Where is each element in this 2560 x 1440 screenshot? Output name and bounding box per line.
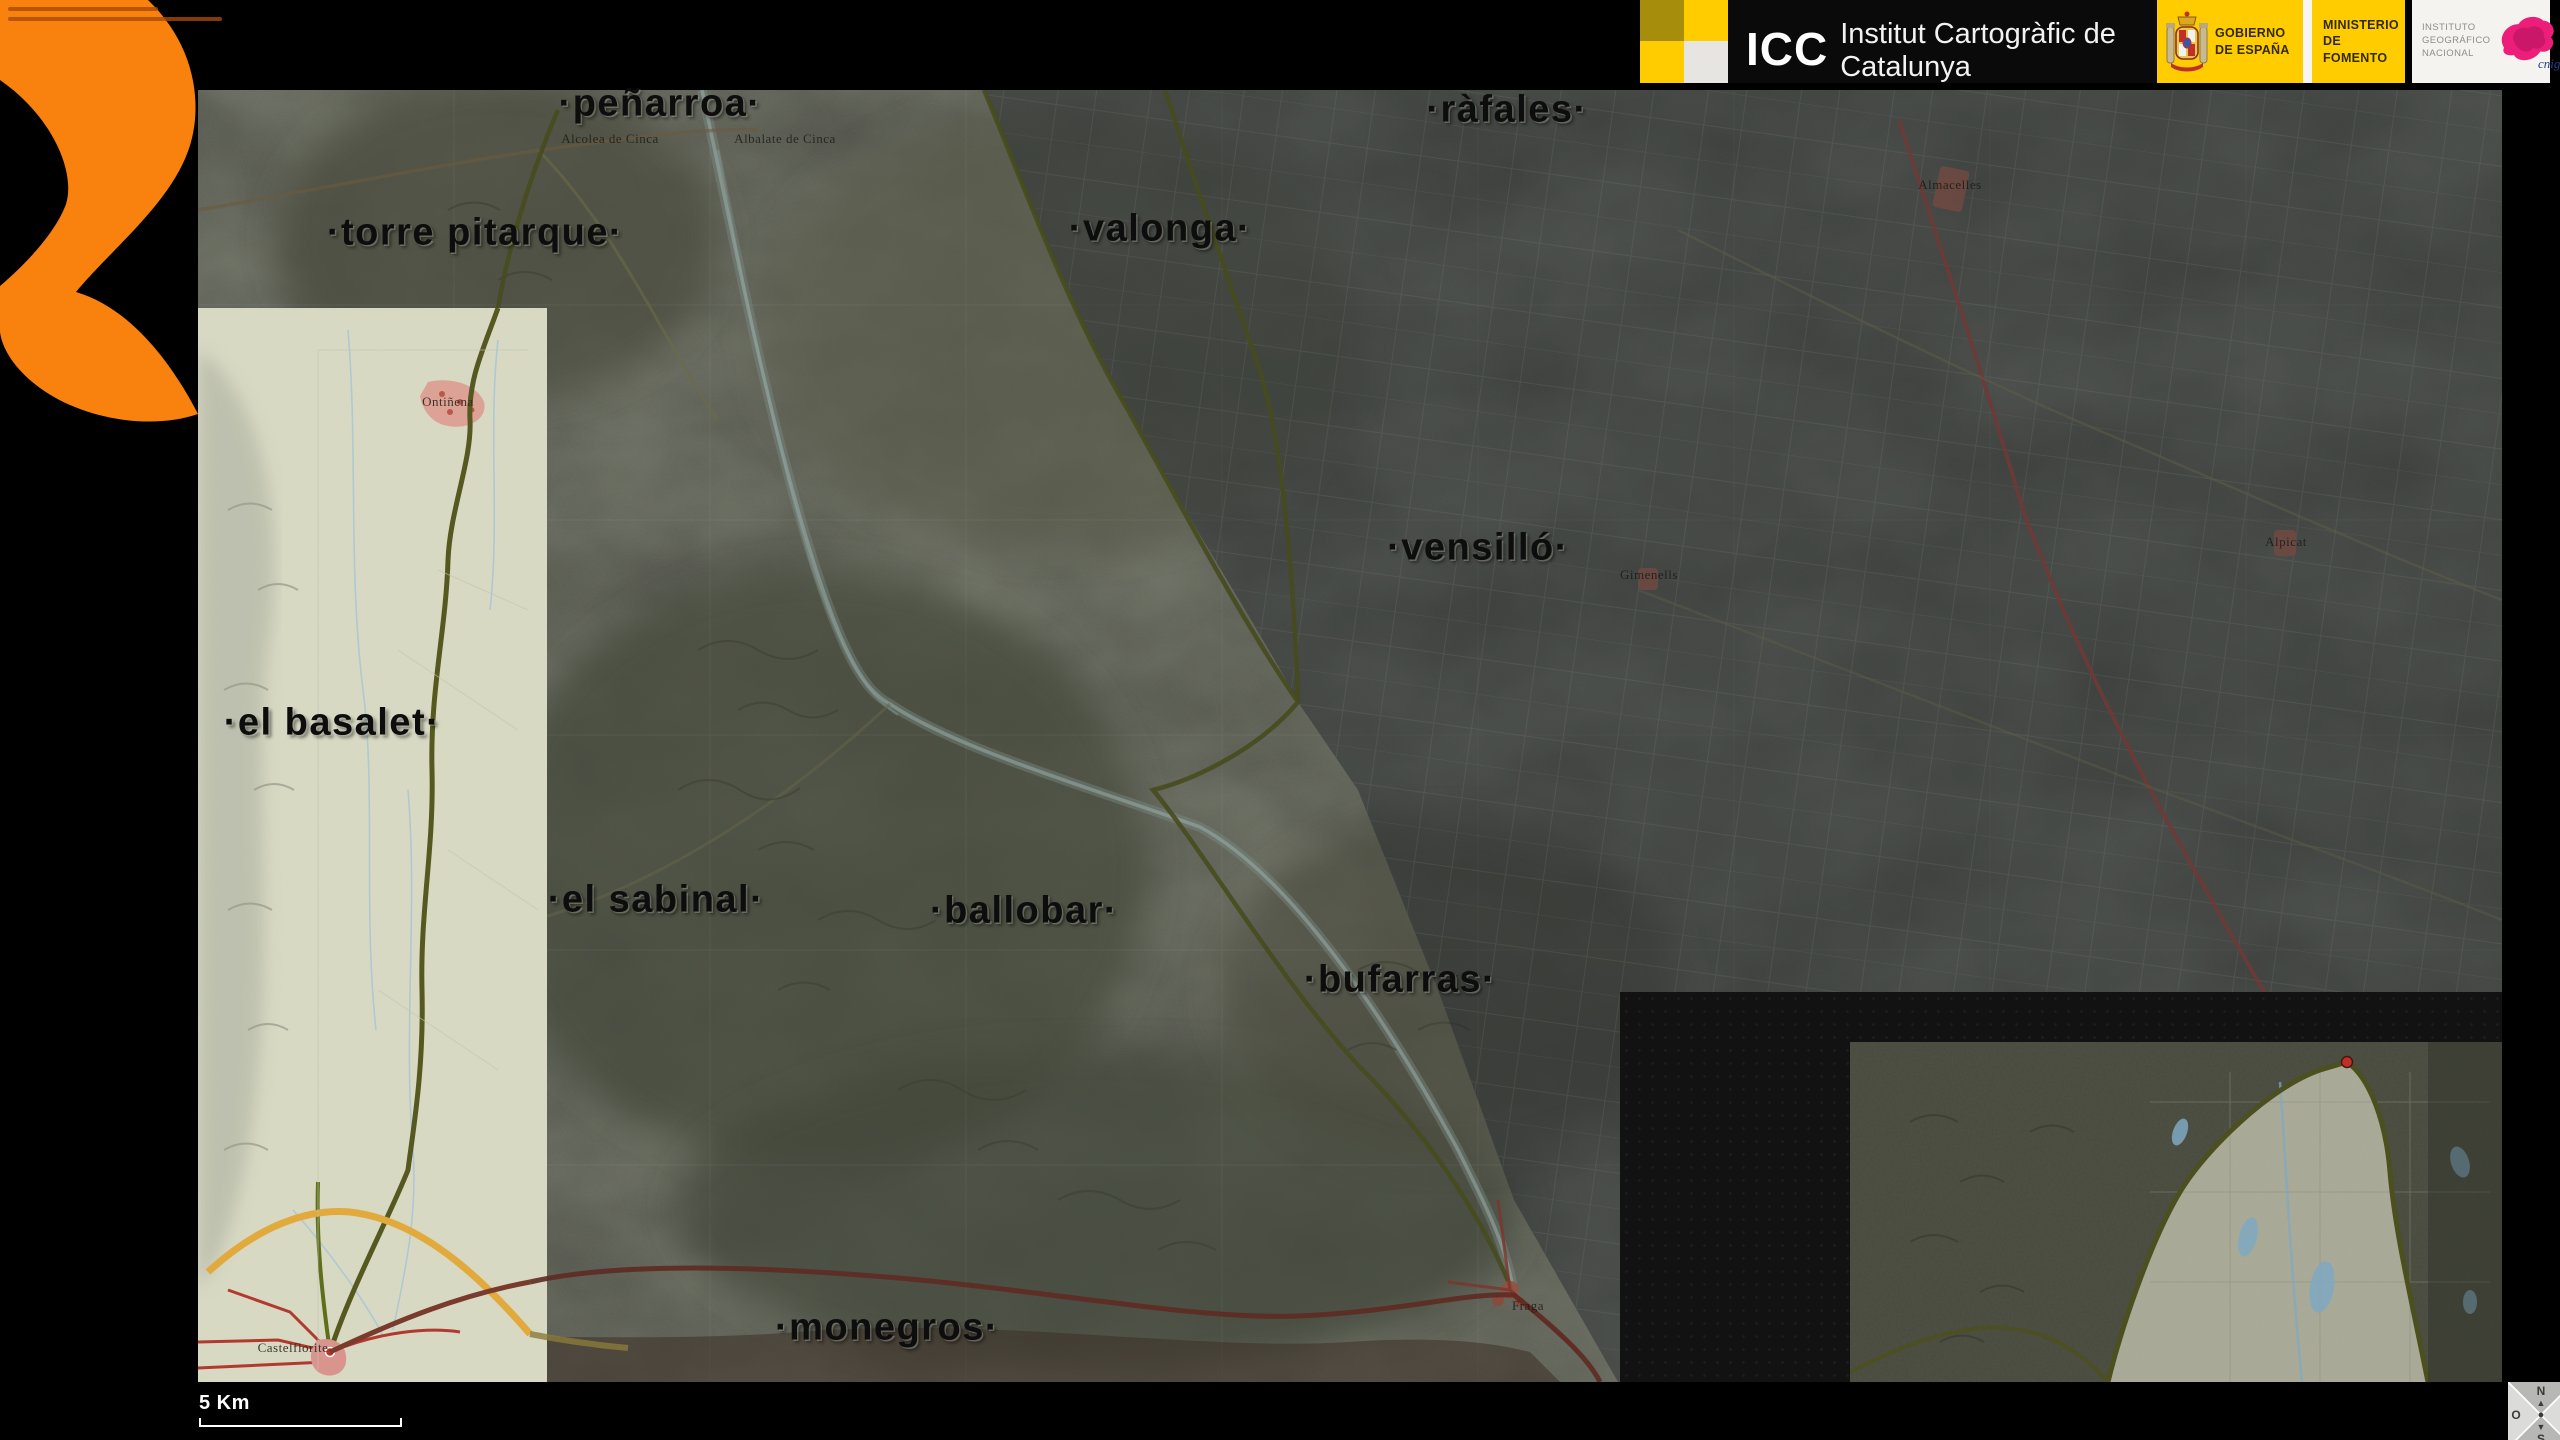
square-bottom-right	[1684, 41, 1728, 83]
compass-west-label: O	[2511, 1408, 2520, 1422]
town-label: Castelflorite	[258, 1340, 329, 1356]
inset-map[interactable]	[1850, 1042, 2502, 1382]
compass-north-label: N	[2537, 1384, 2546, 1398]
spain-coat-of-arms-icon	[2165, 9, 2209, 75]
square-top-left	[1640, 0, 1684, 41]
compass-center-dot: ●	[2538, 1409, 2545, 1421]
ign-line3: NACIONAL	[2422, 48, 2490, 61]
sheet-label[interactable]: ·ràfales·	[1426, 89, 1587, 132]
cnig-splash-icon: cnig	[2496, 11, 2558, 72]
app-window: ICC Institut Cartogràfic de Catalunya GO…	[0, 0, 2560, 1440]
sheet-label[interactable]: ·monegros·	[775, 1307, 999, 1350]
town-label: Ontiñena	[422, 394, 474, 410]
pan-down-arrow-icon[interactable]: ▼	[2537, 1422, 2546, 1432]
icc-abbreviation: ICC	[1746, 22, 1828, 76]
instituto-geografico-nacional-logo: INSTITUTO GEOGRÁFICO NACIONAL cnig	[2412, 0, 2550, 83]
ign-line2: GEOGRÁFICO	[2422, 35, 2490, 48]
ign-line1: INSTITUTO	[2422, 22, 2490, 35]
sheet-label[interactable]: ·el basalet·	[224, 702, 441, 745]
icc-header: ICC Institut Cartogràfic de Catalunya	[1728, 0, 2157, 83]
sheet-label[interactable]: ·ballobar·	[930, 890, 1118, 933]
town-label: Alcolea de Cinca	[561, 131, 659, 147]
town-label: Albalate de Cinca	[734, 131, 836, 147]
pan-up-arrow-icon[interactable]: ▲	[2537, 1398, 2546, 1408]
inset-panel	[1620, 992, 2502, 1382]
gobierno-line2: DE ESPAÑA	[2215, 42, 2290, 58]
sheet-label[interactable]: ·bufarras·	[1304, 959, 1496, 1002]
square-top-right	[1684, 0, 1728, 41]
sheet-label[interactable]: ·vensilló·	[1387, 527, 1569, 570]
ministerio-fomento-logo: MINISTERIO DE FOMENTO	[2312, 0, 2405, 83]
town-label: Gimenells	[1620, 567, 1678, 583]
sheet-label[interactable]: ·torre pitarque·	[327, 212, 623, 255]
scale-label: 5 Km	[199, 1392, 409, 1415]
sheet-label[interactable]: ·el sabinal·	[548, 879, 765, 922]
icc-full-name: Institut Cartogràfic de Catalunya	[1840, 18, 2157, 84]
compass-south-label: S	[2537, 1432, 2545, 1440]
scale-line	[199, 1418, 402, 1427]
sheet-label[interactable]: ·valonga·	[1069, 208, 1251, 251]
square-bottom-left	[1640, 41, 1684, 83]
town-label: Fraga	[1512, 1298, 1544, 1314]
gobierno-espana-logo: GOBIERNO DE ESPAÑA	[2157, 0, 2303, 83]
fine-print-line-2	[8, 17, 222, 21]
scale-bar: 5 Km	[199, 1392, 409, 1427]
cnig-script-text: cnig	[2538, 56, 2560, 72]
compass-pan-widget[interactable]: N S O E ▲ ▼ ●	[2508, 1382, 2560, 1440]
ministerio-line1: MINISTERIO	[2323, 17, 2405, 33]
sheet-label[interactable]: ·peñarroa·	[559, 83, 762, 126]
town-label: Almacelles	[1918, 177, 1981, 193]
header-divider	[2303, 0, 2312, 83]
swoosh-shape	[0, 0, 198, 422]
town-label: Alpicat	[2265, 534, 2307, 550]
fine-print-line-1	[8, 7, 158, 11]
gobierno-line1: GOBIERNO	[2215, 25, 2290, 41]
icc-swoosh-logo	[0, 0, 210, 432]
ministerio-line2: DE FOMENTO	[2323, 33, 2405, 66]
header-squares-logo	[1640, 0, 1728, 83]
